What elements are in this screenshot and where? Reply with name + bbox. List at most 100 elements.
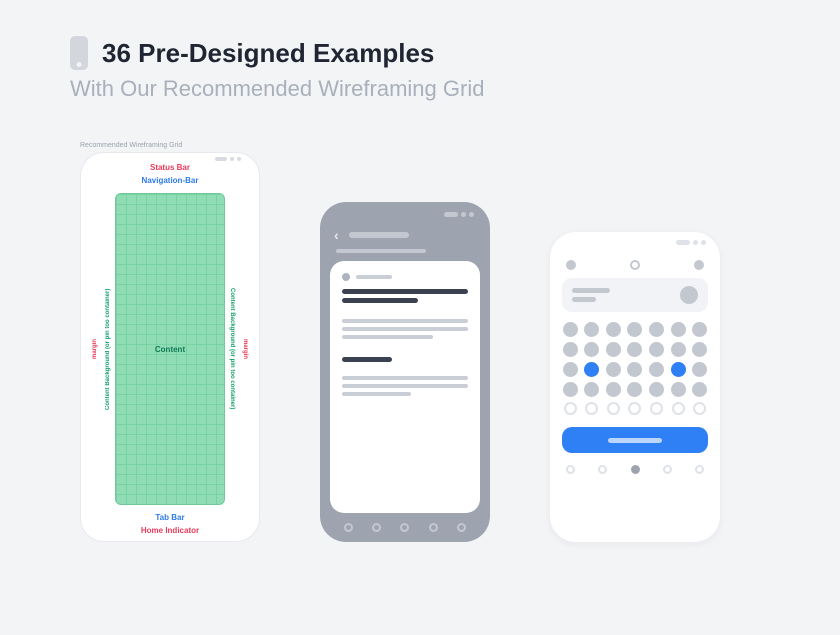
calendar-day[interactable] (584, 342, 599, 357)
calendar-day[interactable] (671, 322, 686, 337)
calendar-day[interactable] (606, 322, 621, 337)
tab-icon[interactable] (457, 523, 466, 532)
header-dot-icon[interactable] (694, 260, 704, 270)
content-bg-right-label: Content Background (or pin too container… (227, 193, 237, 505)
calendar-header (566, 260, 704, 270)
chevron-left-icon[interactable]: ‹ (334, 227, 339, 243)
calendar-day[interactable] (649, 362, 664, 377)
calendar-day[interactable] (563, 322, 578, 337)
header-ring-icon[interactable] (630, 260, 640, 270)
calendar-day[interactable] (692, 382, 707, 397)
calendar-day-empty[interactable] (607, 402, 620, 415)
content-area: margin Content Background (or pin too co… (89, 193, 251, 505)
tab-icon[interactable] (400, 523, 409, 532)
margin-right-label: margin (239, 193, 251, 505)
calendar-day[interactable] (649, 382, 664, 397)
phone-frame-calendar (550, 232, 720, 542)
body-line (342, 327, 468, 331)
pill-line (572, 297, 596, 302)
calendar-day[interactable] (606, 362, 621, 377)
author-name-placeholder (356, 275, 392, 279)
calendar-day-selected[interactable] (671, 362, 686, 377)
primary-button[interactable] (562, 427, 708, 453)
status-bar-label: Status Bar (89, 163, 251, 172)
author-row (342, 273, 468, 281)
header-dot-icon[interactable] (566, 260, 576, 270)
tab-icon[interactable] (566, 465, 575, 474)
calendar-day[interactable] (563, 342, 578, 357)
grid-caption: Recommended Wireframing Grid (80, 142, 260, 149)
calendar-day[interactable] (606, 382, 621, 397)
calendar-day-empty[interactable] (564, 402, 577, 415)
content-label: Content (155, 345, 185, 354)
calendar-day[interactable] (584, 382, 599, 397)
calendar-day[interactable] (671, 342, 686, 357)
calendar-day-empty[interactable] (672, 402, 685, 415)
calendar-day[interactable] (692, 342, 707, 357)
calendar-day[interactable] (692, 322, 707, 337)
calendar-day-selected[interactable] (584, 362, 599, 377)
tab-icon[interactable] (429, 523, 438, 532)
button-label-placeholder (608, 438, 662, 443)
bottom-nav (566, 465, 704, 474)
navigation-bar-label: Navigation-Bar (89, 176, 251, 185)
nav-row: ‹ (334, 227, 476, 243)
selector-pill[interactable] (562, 278, 708, 312)
calendar-day-empty[interactable] (628, 402, 641, 415)
notch-dots-icon (444, 212, 474, 217)
body-line (342, 392, 411, 396)
calendar-day[interactable] (649, 322, 664, 337)
heading-line (342, 289, 468, 294)
tab-icon[interactable] (344, 523, 353, 532)
calendar-day[interactable] (606, 342, 621, 357)
tab-icon[interactable] (372, 523, 381, 532)
subtitle-placeholder (336, 249, 426, 253)
calendar-day[interactable] (671, 382, 686, 397)
tab-icon-active[interactable] (631, 465, 640, 474)
phone-frame-content: ‹ (320, 202, 490, 542)
pill-line (572, 288, 610, 293)
body-line (342, 376, 468, 380)
tab-bar-label: Tab Bar (89, 513, 251, 522)
calendar-day[interactable] (692, 362, 707, 377)
phone-icon (70, 36, 88, 70)
notch-dots-icon (215, 157, 241, 161)
calendar-day[interactable] (627, 362, 642, 377)
calendar-day[interactable] (627, 322, 642, 337)
body-line (342, 384, 468, 388)
heading-line (342, 298, 418, 303)
body-line (342, 319, 468, 323)
content-grid: Content (115, 193, 225, 505)
calendar-day[interactable] (563, 382, 578, 397)
content-bg-left-label: Content Background (or pin too container… (103, 193, 113, 505)
home-indicator-label: Home Indicator (89, 526, 251, 535)
page-header: 36 Pre-Designed Examples With Our Recomm… (0, 0, 840, 102)
bottom-nav (328, 523, 482, 532)
page-subtitle: With Our Recommended Wireframing Grid (70, 76, 840, 102)
calendar-day-empty[interactable] (585, 402, 598, 415)
content-card (330, 261, 480, 513)
title-placeholder (349, 232, 409, 238)
margin-left-label: margin (89, 193, 101, 505)
page-title: 36 Pre-Designed Examples (102, 38, 434, 69)
calendar-day-empty[interactable] (693, 402, 706, 415)
calendar-day-empty[interactable] (650, 402, 663, 415)
tab-icon[interactable] (695, 465, 704, 474)
tab-icon[interactable] (663, 465, 672, 474)
title-row: 36 Pre-Designed Examples (70, 36, 840, 70)
calendar-grid (562, 322, 708, 415)
calendar-day[interactable] (563, 362, 578, 377)
calendar-day[interactable] (627, 382, 642, 397)
pill-avatar-icon (680, 286, 698, 304)
subheading-line (342, 357, 392, 362)
calendar-day[interactable] (627, 342, 642, 357)
mockups-row: Recommended Wireframing Grid Status Bar … (0, 102, 840, 542)
phone-frame-grid: Status Bar Navigation-Bar margin Content… (80, 152, 260, 542)
calendar-day[interactable] (584, 322, 599, 337)
phone-grid-spec: Recommended Wireframing Grid Status Bar … (80, 142, 260, 542)
tab-icon[interactable] (598, 465, 607, 474)
notch-dots-icon (676, 240, 706, 245)
avatar-icon (342, 273, 350, 281)
body-line (342, 335, 433, 339)
calendar-day[interactable] (649, 342, 664, 357)
